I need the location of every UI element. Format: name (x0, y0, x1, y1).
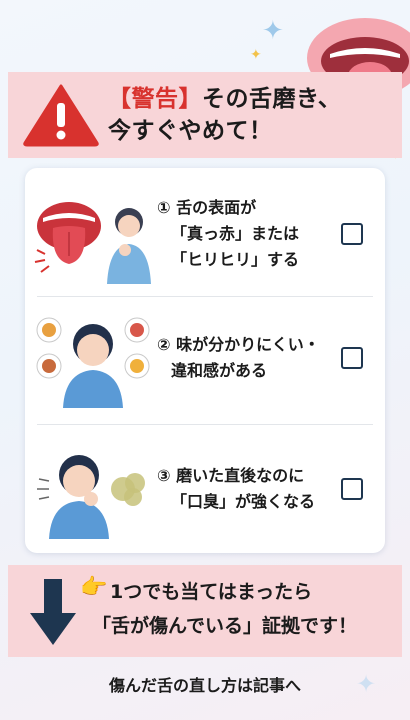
red-tongue-illustration (34, 202, 151, 284)
sparkle-icon: ✦ (250, 47, 262, 63)
warning-triangle-icon (23, 84, 99, 147)
item-number: ① (157, 198, 171, 217)
item-line: 「口臭」が強くなる (171, 492, 316, 511)
checklist-text: ① 舌の表面が 「真っ赤」または 「ヒリヒリ」する (157, 195, 337, 273)
conclusion-band: 👉 1つでも当てはまったら 「舌が傷んでいる」証拠です！ (8, 565, 402, 657)
item-line: 磨いた直後なのに (176, 466, 305, 485)
checklist-text: ③ 磨いた直後なのに 「口臭」が強くなる (157, 463, 337, 515)
title-line1: その舌磨き、 (202, 86, 342, 112)
item-number: ② (157, 335, 171, 354)
conclusion-line1: 1つでも当てはまったら (110, 581, 313, 603)
sparkle-icon: ✦ (262, 16, 284, 46)
title-line2: 今すぐやめて！ (108, 118, 273, 144)
down-arrow-icon (30, 579, 76, 645)
divider (37, 296, 373, 297)
item-line: 味が分かりにくい・ (176, 335, 320, 354)
conclusion-line2: 「舌が傷んでいる」証拠です！ (92, 615, 358, 637)
checklist-text: ② 味が分かりにくい・ 違和感がある (157, 332, 337, 384)
checkbox[interactable] (341, 347, 363, 369)
divider (37, 424, 373, 425)
checklist-item: ② 味が分かりにくい・ 違和感がある (25, 302, 385, 414)
page-title: 【警告】その舌磨き、 今すぐやめて！ (108, 83, 341, 147)
confused-taste-illustration (36, 317, 150, 408)
item-line: 違和感がある (171, 361, 268, 380)
checkbox[interactable] (341, 478, 363, 500)
item-line: 「真っ赤」または (171, 224, 300, 243)
warning-label: 【警告】 (108, 86, 202, 112)
item-line: 「ヒリヒリ」する (171, 250, 300, 269)
item-number: ③ (157, 466, 171, 485)
checklist-item: ③ 磨いた直後なのに 「口臭」が強くなる (25, 430, 385, 548)
checklist-card: ① 舌の表面が 「真っ赤」または 「ヒリヒリ」する ② 味が分かりにくい・ 違和… (25, 168, 385, 553)
article-link[interactable]: 傷んだ舌の直し方は記事へ (0, 672, 410, 696)
bad-breath-illustration (37, 455, 145, 539)
pointing-hand-icon: 👉 (80, 575, 108, 600)
item-line: 舌の表面が (176, 198, 257, 217)
checklist-item: ① 舌の表面が 「真っ赤」または 「ヒリヒリ」する (25, 178, 385, 290)
checkbox[interactable] (341, 223, 363, 245)
warning-header: 【警告】その舌磨き、 今すぐやめて！ (8, 72, 402, 158)
